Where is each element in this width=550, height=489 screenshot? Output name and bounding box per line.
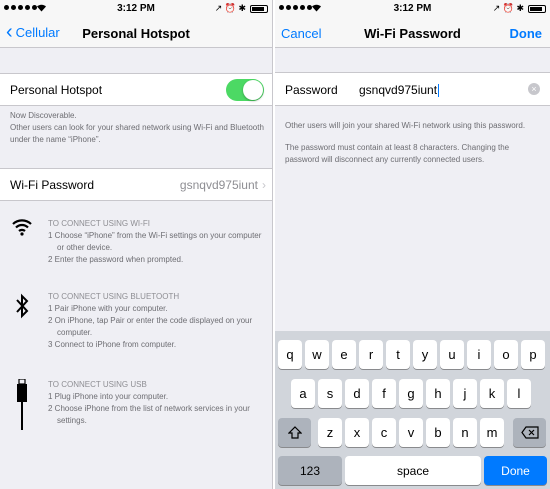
note-text: Other users will join your shared Wi-Fi … (285, 121, 526, 130)
space-key[interactable]: space (345, 456, 481, 485)
key[interactable]: r (359, 340, 383, 369)
shift-icon (287, 426, 302, 439)
instructions-text: TO CONNECT USING WI-FI 1 Choose “iPhone”… (48, 218, 268, 266)
key[interactable]: l (507, 379, 531, 408)
instruction-step: 1 Plug iPhone into your computer. (48, 392, 169, 401)
password-row: Password gsnqvd975iunt × (275, 72, 550, 106)
shift-key[interactable] (278, 418, 311, 447)
key[interactable]: h (426, 379, 450, 408)
wifi-password-row[interactable]: Wi-Fi Password gsnqvd975iunt › (0, 168, 272, 201)
chevron-right-icon: › (262, 177, 266, 192)
discoverable-footer: Now Discoverable. Other users can look f… (10, 110, 264, 146)
personal-hotspot-screen: 3:12 PM ↗ ⏰ ✱ ‹ Cellular Personal Hotspo… (0, 0, 272, 489)
personal-hotspot-label: Personal Hotspot (10, 82, 103, 97)
keyboard-done-key[interactable]: Done (484, 456, 547, 485)
key[interactable]: f (372, 379, 396, 408)
delete-key[interactable] (513, 418, 546, 447)
battery-icon (250, 5, 268, 13)
battery-icon (528, 5, 546, 13)
wifi-password-label: Wi-Fi Password (10, 177, 95, 192)
instruction-step: 2 Enter the password when prompted. (48, 255, 184, 264)
note-text: The password must contain at least 8 cha… (285, 143, 510, 164)
footer-line: Other users can look for your shared net… (10, 123, 264, 144)
text-cursor (438, 83, 440, 97)
navigation-bar: ‹ Cellular Personal Hotspot (0, 18, 272, 48)
backspace-icon (520, 426, 539, 439)
key[interactable]: c (372, 418, 396, 447)
status-bar: 3:12 PM ↗ ⏰ ✱ (0, 0, 272, 18)
password-label: Password (285, 83, 338, 97)
key[interactable]: m (480, 418, 504, 447)
key[interactable]: g (399, 379, 423, 408)
instructions-text: TO CONNECT USING BLUETOOTH 1 Pair iPhone… (48, 291, 268, 351)
personal-hotspot-row: Personal Hotspot (0, 73, 272, 106)
section-header: TO CONNECT USING BLUETOOTH (48, 292, 180, 301)
status-indicators: ↗ ⏰ ✱ (492, 3, 524, 13)
instruction-step: 2 On iPhone, tap Pair or enter the code … (48, 316, 253, 337)
footer-line: Now Discoverable. (10, 111, 77, 120)
key[interactable]: s (318, 379, 342, 408)
key[interactable]: x (345, 418, 369, 447)
wifi-password-value: gsnqvd975iunt (179, 177, 258, 192)
instruction-step: 1 Pair iPhone with your computer. (48, 304, 168, 313)
key[interactable]: z (318, 418, 342, 447)
key[interactable]: t (386, 340, 410, 369)
key[interactable]: v (399, 418, 423, 447)
instruction-step: 1 Choose “iPhone” from the Wi-Fi setting… (48, 231, 262, 252)
key[interactable]: a (291, 379, 315, 408)
key[interactable]: i (467, 340, 491, 369)
key[interactable]: n (453, 418, 477, 447)
status-indicators: ↗ ⏰ ✱ (214, 3, 246, 13)
key[interactable]: j (453, 379, 477, 408)
navigation-bar: Cancel Wi-Fi Password Done (275, 18, 550, 48)
password-input[interactable]: gsnqvd975iunt (359, 83, 440, 97)
key[interactable]: y (413, 340, 437, 369)
page-title: Personal Hotspot (82, 26, 190, 41)
password-notes: Other users will join your shared Wi-Fi … (285, 120, 540, 166)
instruction-step: 2 Choose iPhone from the list of network… (48, 404, 250, 425)
section-header: TO CONNECT USING WI-FI (48, 219, 150, 228)
key[interactable]: u (440, 340, 464, 369)
instruction-step: 3 Connect to iPhone from computer. (48, 340, 177, 349)
key[interactable]: e (332, 340, 356, 369)
instructions-text: TO CONNECT USING USB 1 Plug iPhone into … (48, 379, 268, 427)
key[interactable]: o (494, 340, 518, 369)
wifi-icon (10, 218, 34, 240)
key[interactable]: q (278, 340, 302, 369)
clear-text-icon[interactable]: × (528, 83, 540, 95)
keyboard: q w e r t y u i o p a s d f g h j k l z … (275, 331, 550, 489)
personal-hotspot-toggle[interactable] (226, 79, 264, 101)
usb-icon (10, 378, 34, 435)
wifi-password-screen: 3:12 PM ↗ ⏰ ✱ Cancel Wi-Fi Password Done… (275, 0, 550, 489)
done-button[interactable]: Done (510, 26, 543, 41)
numbers-key[interactable]: 123 (278, 456, 342, 485)
key[interactable]: d (345, 379, 369, 408)
key[interactable]: p (521, 340, 545, 369)
key[interactable]: w (305, 340, 329, 369)
key[interactable]: k (480, 379, 504, 408)
key[interactable]: b (426, 418, 450, 447)
password-value: gsnqvd975iunt (359, 83, 438, 97)
section-header: TO CONNECT USING USB (48, 380, 147, 389)
status-bar: 3:12 PM ↗ ⏰ ✱ (275, 0, 550, 18)
bluetooth-icon (10, 293, 34, 323)
